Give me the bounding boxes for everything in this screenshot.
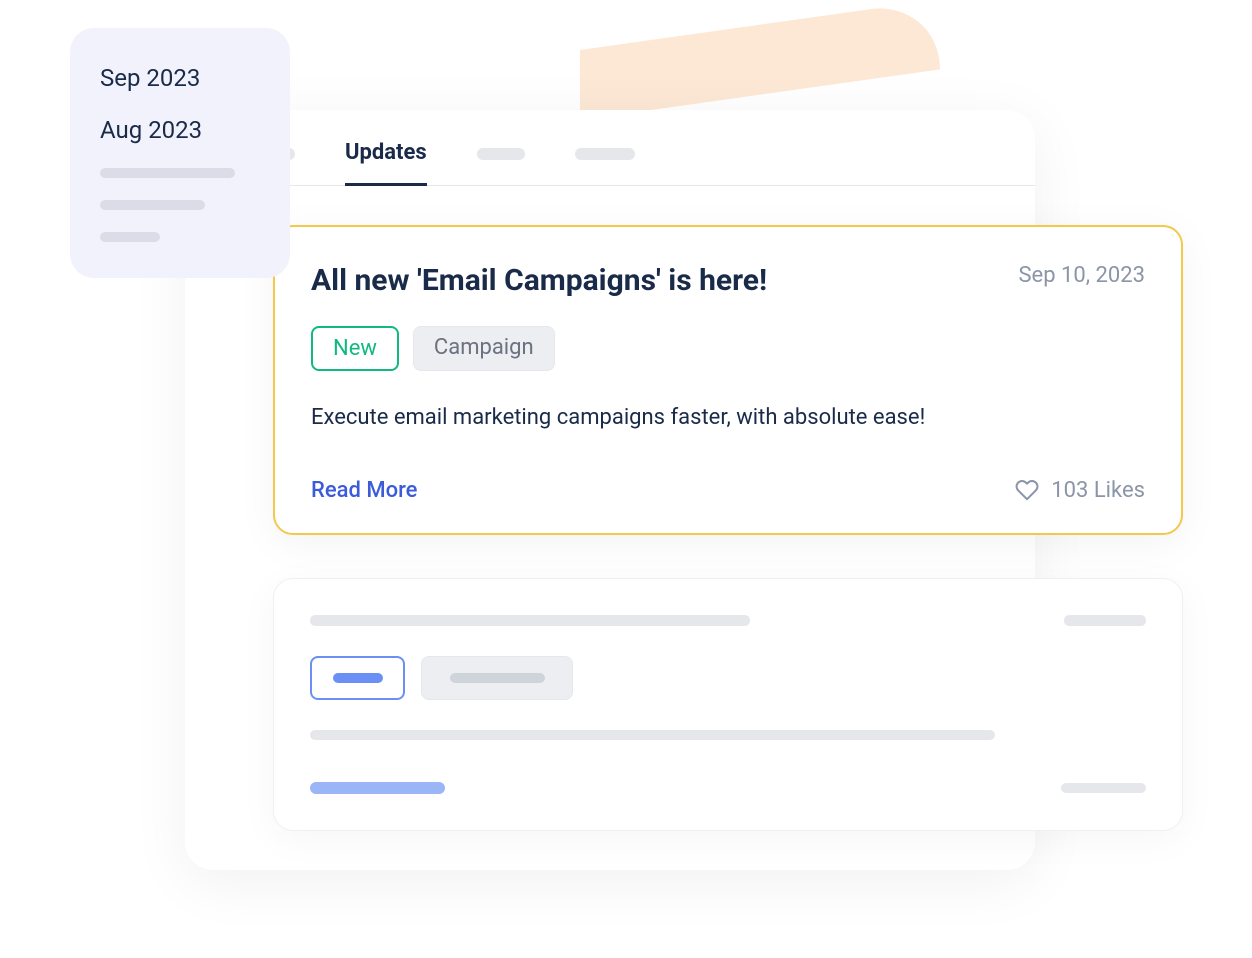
likes-count: 103 Likes [1051, 478, 1145, 503]
tags: New Campaign [311, 326, 1145, 371]
sidebar-placeholder [100, 168, 235, 178]
card-description: Execute email marketing campaigns faster… [311, 403, 1145, 434]
tab-placeholder-bar [575, 148, 635, 160]
sidebar-item-sep[interactable]: Sep 2023 [100, 64, 260, 92]
tag-new[interactable]: New [311, 326, 399, 371]
placeholder-tag [310, 656, 405, 700]
sidebar-placeholder [100, 200, 205, 210]
card-header: All new 'Email Campaigns' is here! Sep 1… [311, 263, 1145, 298]
placeholder-header [310, 615, 1146, 626]
placeholder-tag [421, 656, 573, 700]
card-title: All new 'Email Campaigns' is here! [311, 263, 767, 298]
featured-update-card: All new 'Email Campaigns' is here! Sep 1… [273, 225, 1183, 535]
placeholder-readmore [310, 782, 445, 794]
tabs: Updates [185, 110, 1035, 186]
tab-updates[interactable]: Updates [345, 140, 427, 186]
placeholder-title [310, 615, 750, 626]
read-more-link[interactable]: Read More [311, 478, 417, 503]
sidebar: Sep 2023 Aug 2023 [70, 28, 290, 278]
sidebar-item-aug[interactable]: Aug 2023 [100, 116, 260, 144]
placeholder-likes [1061, 783, 1146, 793]
placeholder-footer [310, 782, 1146, 794]
sidebar-placeholder [100, 232, 160, 242]
placeholder-date [1064, 615, 1146, 626]
heart-icon [1015, 478, 1039, 502]
decorative-shape [580, 0, 940, 120]
placeholder-update-card [273, 578, 1183, 831]
placeholder-tags [310, 656, 1146, 700]
placeholder-tag-inner [333, 673, 383, 683]
tab-placeholder[interactable] [575, 148, 635, 178]
card-date: Sep 10, 2023 [1018, 263, 1145, 288]
likes[interactable]: 103 Likes [1015, 478, 1145, 503]
tab-placeholder[interactable] [477, 148, 525, 178]
card-footer: Read More 103 Likes [311, 478, 1145, 503]
placeholder-body [310, 730, 995, 740]
tab-placeholder-bar [477, 148, 525, 160]
tag-campaign[interactable]: Campaign [413, 326, 555, 371]
placeholder-tag-inner [450, 673, 545, 683]
